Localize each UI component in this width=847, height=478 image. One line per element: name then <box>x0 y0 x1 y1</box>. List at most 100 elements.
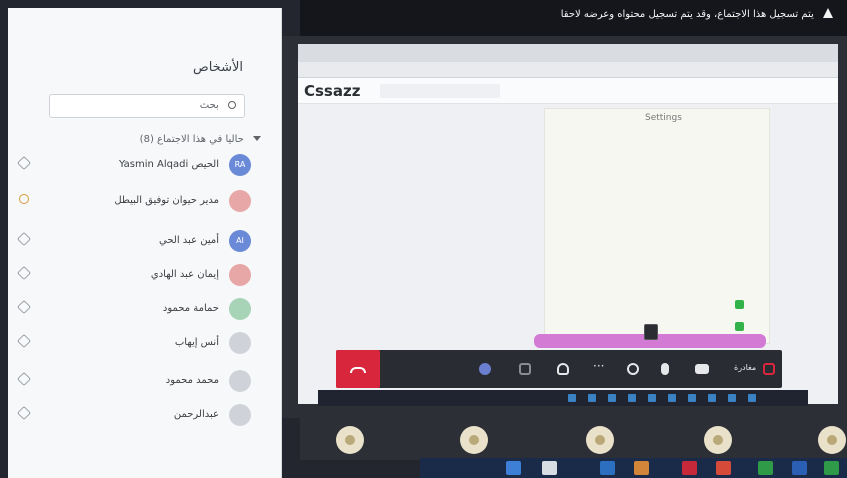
app-icon[interactable] <box>716 461 731 475</box>
app-icon[interactable] <box>682 461 697 475</box>
folder-icon[interactable] <box>542 461 557 475</box>
app-header: Cssazz <box>298 78 838 104</box>
mic-muted-icon <box>16 265 32 281</box>
screenshot-photo: يتم تسجيل هذا الاجتماع، وقد يتم تسجيل مح… <box>0 0 847 478</box>
camera-button[interactable] <box>692 360 710 378</box>
avatar <box>229 264 251 286</box>
taskbar-app-icon[interactable] <box>608 394 616 402</box>
participant-row[interactable]: إيمان عبد الهادي <box>11 262 251 292</box>
people-icon <box>479 363 491 375</box>
participant-row[interactable]: RA الحيص Yasmin Alqadi <box>11 152 251 182</box>
tooltip <box>644 324 658 340</box>
microphone-icon <box>661 363 669 375</box>
avatar: RA <box>229 154 251 176</box>
share-screen-button[interactable] <box>624 360 642 378</box>
file-explorer-icon[interactable] <box>506 461 521 475</box>
taskbar-app-icon[interactable] <box>728 394 736 402</box>
avatar <box>229 298 251 320</box>
mic-muted-icon <box>16 231 32 247</box>
settings-field[interactable] <box>559 149 709 151</box>
section-title: حاليا في هذا الاجتماع (8) <box>139 134 244 145</box>
mic-muted-icon <box>16 299 32 315</box>
mic-muted-icon <box>16 333 32 349</box>
settings-field[interactable] <box>559 247 709 249</box>
raised-hand-icon <box>16 191 32 207</box>
share-screen-icon <box>627 363 639 375</box>
search-participants-input[interactable]: بحث <box>49 94 245 118</box>
edge-icon[interactable] <box>600 461 615 475</box>
search-icon <box>228 101 236 109</box>
raise-hand-button[interactable] <box>554 360 572 378</box>
taskbar-app-icon[interactable] <box>748 394 756 402</box>
participants-panel: الأشخاص بحث حاليا في هذا الاجتماع (8) RA… <box>8 8 282 478</box>
avatar: AI <box>229 230 251 252</box>
hang-up-button[interactable] <box>336 350 380 388</box>
participant-tile[interactable] <box>704 426 732 454</box>
close-button[interactable] <box>760 360 778 378</box>
close-icon <box>763 363 775 375</box>
app-search-input[interactable] <box>380 84 500 98</box>
participant-row[interactable]: AI أمين عبد الحي <box>11 228 251 258</box>
participant-row[interactable]: حمامة محمود <box>11 296 251 326</box>
mic-button[interactable] <box>656 360 674 378</box>
camera-icon <box>695 364 709 374</box>
leave-label[interactable]: مغادرة <box>734 363 756 372</box>
avatar <box>229 404 251 426</box>
participant-row[interactable]: أنس إيهاب <box>11 330 251 360</box>
settings-card: Settings <box>544 108 770 344</box>
in-meeting-section-header[interactable]: حاليا في هذا الاجتماع (8) <box>140 134 261 145</box>
browser-address-bar[interactable] <box>298 62 838 78</box>
checkbox-checked-icon[interactable] <box>735 322 744 331</box>
chat-button[interactable] <box>516 360 534 378</box>
checkbox-checked-icon[interactable] <box>735 300 744 309</box>
participant-tile[interactable] <box>818 426 846 454</box>
mic-muted-icon <box>16 371 32 387</box>
participant-row[interactable]: عبدالرحمن <box>11 402 251 432</box>
os-taskbar <box>420 458 847 478</box>
participant-row[interactable]: مدير حيوان توفيق البيطل <box>11 188 251 218</box>
video-tiles-row <box>300 410 847 460</box>
panel-title: الأشخاص <box>193 60 243 75</box>
participant-tile[interactable] <box>460 426 488 454</box>
avatar <box>229 332 251 354</box>
taskbar-app-icon[interactable] <box>708 394 716 402</box>
taskbar-app-icon[interactable] <box>688 394 696 402</box>
taskbar-app-icon[interactable] <box>568 394 576 402</box>
app-icon[interactable] <box>634 461 649 475</box>
hand-icon <box>557 363 569 375</box>
app-icon[interactable] <box>824 461 839 475</box>
participants-button[interactable] <box>476 360 494 378</box>
more-options-button[interactable] <box>590 359 608 378</box>
settings-field[interactable] <box>559 175 709 177</box>
participant-name: إيمان عبد الهادي <box>150 269 219 280</box>
settings-field[interactable] <box>559 199 709 201</box>
browser-tab-bar <box>298 44 838 62</box>
participant-name: أنس إيهاب <box>174 337 219 348</box>
search-placeholder: بحث <box>199 100 219 111</box>
taskbar-app-icon[interactable] <box>668 394 676 402</box>
settings-field[interactable] <box>559 223 709 225</box>
app-logo[interactable]: Cssazz <box>304 82 360 100</box>
remote-taskbar <box>318 390 808 406</box>
mic-muted-icon <box>16 405 32 421</box>
chevron-down-icon <box>253 136 261 141</box>
participant-name: عبدالرحمن <box>173 409 219 420</box>
taskbar-app-icon[interactable] <box>628 394 636 402</box>
warning-icon <box>823 8 833 18</box>
meeting-control-bar: مغادرة <box>336 350 782 388</box>
participant-name: الحيص Yasmin Alqadi <box>118 159 219 170</box>
participant-name: حمامة محمود <box>162 303 219 314</box>
excel-icon[interactable] <box>758 461 773 475</box>
taskbar-app-icon[interactable] <box>588 394 596 402</box>
participant-name: أمين عبد الحي <box>159 235 219 246</box>
participant-row[interactable]: محمد محمود <box>11 368 251 398</box>
participant-name: محمد محمود <box>165 375 219 386</box>
recording-notice: يتم تسجيل هذا الاجتماع، وقد يتم تسجيل مح… <box>300 0 847 36</box>
avatar <box>229 190 251 212</box>
more-icon <box>593 359 605 375</box>
participant-tile[interactable] <box>586 426 614 454</box>
taskbar-app-icon[interactable] <box>648 394 656 402</box>
phone-icon <box>350 367 366 373</box>
participant-tile[interactable] <box>336 426 364 454</box>
word-icon[interactable] <box>792 461 807 475</box>
